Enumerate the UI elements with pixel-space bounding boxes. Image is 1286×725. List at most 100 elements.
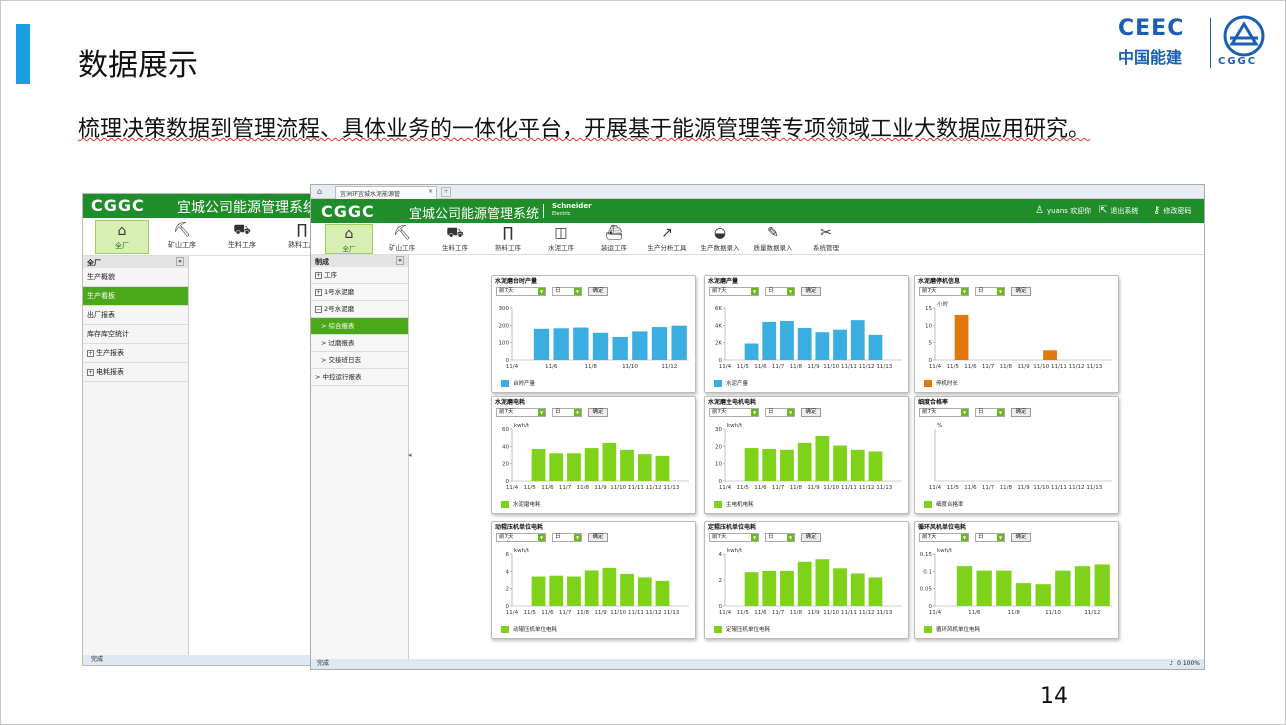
unit-select[interactable]: 日 ▼ (765, 287, 795, 296)
period-select[interactable]: 前7天 ▼ (919, 533, 969, 542)
bar-chart: kwh/t020406011/4 11/5 11/6 11/7 11/8 11/9 11/1… (502, 423, 689, 491)
nav-excavator[interactable]: ⛏ 矿山工序 (155, 220, 209, 254)
bar (637, 454, 652, 481)
unit-select[interactable]: 日 ▼ (765, 408, 795, 417)
nav-truck[interactable]: ⛟ 生料工序 (215, 220, 269, 254)
sidebar-item-label: 生产报表 (96, 349, 124, 357)
y-tick-label: 0.15 (920, 552, 933, 558)
period-select[interactable]: 前7天 ▼ (709, 533, 759, 542)
sidebar-item-overview[interactable]: 生产概貌 (83, 268, 188, 287)
change-password-link[interactable]: ⚷ 修改密码 (1153, 205, 1191, 216)
period-select[interactable]: 前7天 ▼ (709, 287, 759, 296)
bar (1035, 584, 1051, 606)
slide-body-text: 梳理决策数据到管理流程、具体业务的一体化平台，开展基于能源管理等专项领域工业大数… (78, 114, 1118, 145)
browser-tab[interactable]: 宜洲环宜城水泥能源管 × (335, 186, 437, 199)
sidebar-item-shipping-report[interactable]: 出厂报表 (83, 306, 188, 325)
nav-label: 熟料工序 (495, 244, 521, 252)
bar (976, 570, 992, 606)
confirm-button[interactable]: 确定 (801, 408, 821, 417)
unit-select[interactable]: 日 ▼ (552, 533, 582, 542)
body-text: 梳理决策数据到管理流程、具体业务的一体化平台，开展基于能源管理等专项领域工业大数… (78, 117, 1091, 142)
logout-link[interactable]: ⇱ 退出系统 (1099, 205, 1138, 216)
collapse-tree-icon[interactable]: − (315, 306, 322, 313)
bar (553, 328, 569, 360)
unit-select[interactable]: 日 ▼ (765, 533, 795, 542)
unit-select[interactable]: 日 ▼ (552, 408, 582, 417)
bar (996, 570, 1012, 606)
zoom-indicator[interactable]: ♪ 0 100% (1169, 659, 1200, 669)
cggc-emblem-icon (1223, 15, 1265, 57)
confirm-button[interactable]: 确定 (588, 408, 608, 417)
nav-factory[interactable]: ⌂ 全厂 (95, 220, 149, 254)
expand-icon[interactable]: + (87, 369, 94, 376)
collapse-icon[interactable]: « (176, 257, 184, 266)
unit-select[interactable]: 日 ▼ (552, 287, 582, 296)
expand-icon[interactable]: + (315, 272, 322, 279)
home-icon[interactable]: ⌂ (317, 187, 322, 196)
confirm-button[interactable]: 确定 (1011, 408, 1031, 417)
nav-chart[interactable]: ↗ 生产分析工具 (643, 224, 691, 254)
close-icon[interactable]: × (428, 188, 433, 195)
sidebar-header-label: 全厂 (87, 259, 101, 267)
period-select[interactable]: 前7天 ▼ (919, 408, 969, 417)
unit-select[interactable]: 日 ▼ (975, 533, 1005, 542)
sidebar-item-summary-report[interactable]: > 综合报表 (311, 318, 408, 335)
expand-icon[interactable]: + (87, 350, 94, 357)
nav-tools[interactable]: ✂ 系统管理 (802, 224, 850, 254)
expand-icon[interactable]: + (315, 289, 322, 296)
nav-ship[interactable]: ⛴ 装运工序 (590, 224, 638, 254)
chart-filters: 前7天 ▼ 日 ▼ 确定 (492, 532, 695, 544)
sidebar-toggle-handle[interactable]: ◂ (408, 451, 412, 459)
nav-helmet[interactable]: ◒ 生产数据录入 (696, 224, 744, 254)
sidebar-item-mill-1[interactable]: +1号水泥磨 (311, 284, 408, 301)
y-tick-label: 20 (715, 444, 722, 450)
sidebar-item-dashboard[interactable]: 生产看板 (83, 287, 188, 306)
legend-label: 水泥产量 (726, 381, 749, 387)
chart-legend: 细度合格率 (924, 501, 964, 509)
confirm-button[interactable]: 确定 (588, 287, 608, 296)
x-tick-label: 11/10 (1033, 485, 1049, 491)
period-value: 前7天 (499, 534, 514, 540)
nav-factory[interactable]: ⌂ 全厂 (325, 224, 373, 254)
period-select[interactable]: 前7天 ▼ (496, 287, 546, 296)
x-tick-label: 11/11 (1051, 485, 1067, 491)
period-value: 前7天 (712, 534, 727, 540)
period-select[interactable]: 前7天 ▼ (496, 408, 546, 417)
bar (815, 435, 830, 481)
confirm-button[interactable]: 确定 (588, 533, 608, 542)
new-tab-button[interactable]: + (441, 187, 451, 197)
sidebar-item-grinding-report[interactable]: > 过磨报表 (311, 335, 408, 352)
period-select[interactable]: 前7天 ▼ (709, 408, 759, 417)
nav-excavator[interactable]: ⛏ 矿山工序 (378, 224, 426, 254)
nav-truck[interactable]: ⛟ 生料工序 (431, 224, 479, 254)
chevron-down-icon: ▼ (997, 534, 1004, 541)
sidebar-item-inventory[interactable]: 库存库空统计 (83, 325, 188, 344)
sidebar-item-power-report[interactable]: + 电耗报表 (83, 363, 188, 382)
period-select[interactable]: 前7天 ▼ (919, 287, 969, 296)
sidebar-item-process[interactable]: + 工序 (311, 267, 408, 284)
bar (762, 448, 777, 481)
period-select[interactable]: 前7天 ▼ (496, 533, 546, 542)
sidebar-item-production-report[interactable]: + 生产报表 (83, 344, 188, 363)
unit-select[interactable]: 日 ▼ (975, 408, 1005, 417)
nav-kiln[interactable]: ∏ 熟料工序 (484, 224, 532, 254)
nav-pen[interactable]: ✎ 质量数据录入 (749, 224, 797, 254)
legend-swatch (714, 626, 722, 633)
x-tick-label: 11/5 (947, 485, 960, 491)
sidebar-item-mill-2[interactable]: −2号水泥磨 (311, 301, 408, 318)
confirm-button[interactable]: 确定 (801, 533, 821, 542)
collapse-icon[interactable]: « (396, 256, 404, 265)
sidebar-item-control-report[interactable]: > 中控运行报表 (311, 369, 408, 386)
sidebar-item-shift-log[interactable]: > 交接班日志 (311, 352, 408, 369)
nav-mill[interactable]: ◫ 水泥工序 (537, 224, 585, 254)
x-tick-label: 11/8 (1007, 610, 1020, 616)
bar (533, 328, 550, 360)
legend-label: 细度合格率 (936, 502, 964, 508)
unit-select[interactable]: 日 ▼ (975, 287, 1005, 296)
confirm-button[interactable]: 确定 (1011, 287, 1031, 296)
unit-value: 日 (768, 534, 774, 540)
confirm-button[interactable]: 确定 (801, 287, 821, 296)
chart-legend: 主电机电耗 (714, 501, 754, 509)
zoom-text: 0 100% (1177, 660, 1200, 667)
confirm-button[interactable]: 确定 (1011, 533, 1031, 542)
